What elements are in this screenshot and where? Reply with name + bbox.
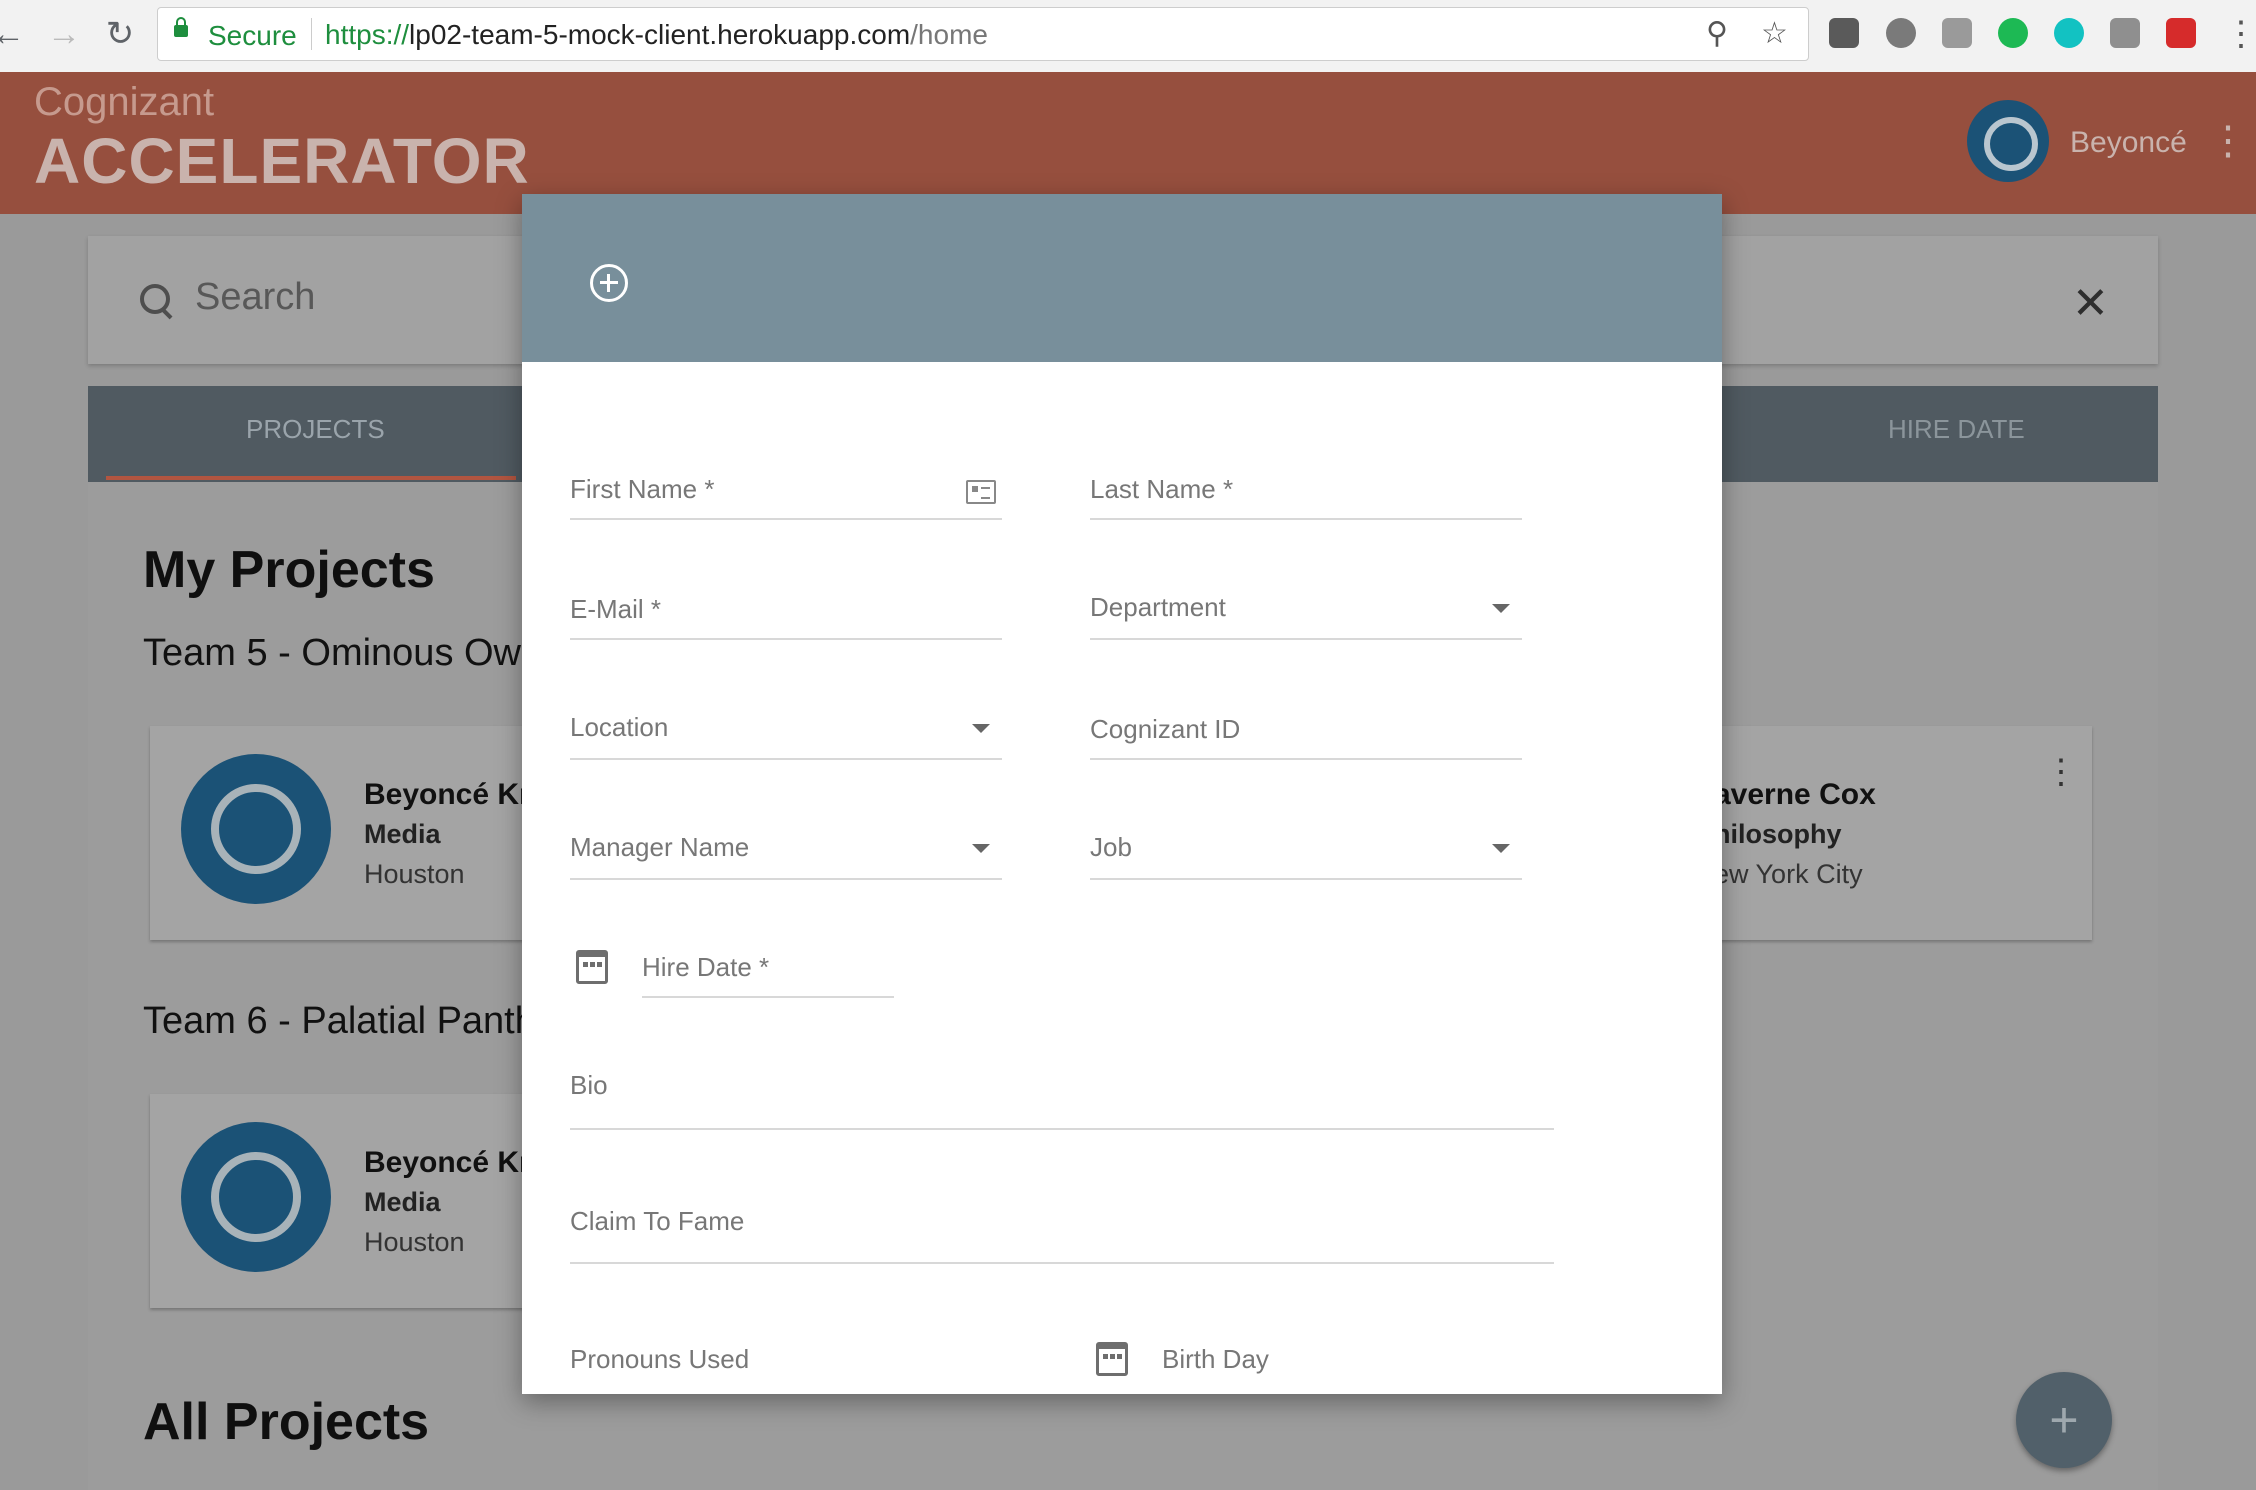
claim-to-fame-label: Claim To Fame <box>570 1206 745 1236</box>
address-divider <box>311 18 312 50</box>
hire-date-label: Hire Date * <box>642 952 770 982</box>
id-card-icon <box>966 480 996 504</box>
pocket-extension-icon[interactable] <box>1829 18 1859 48</box>
member-department: Media <box>364 819 441 849</box>
claim-to-fame-field[interactable]: Claim To Fame <box>570 1206 1554 1264</box>
browser-toolbar: ← → ↻ Secure https://lp02-team-5-mock-cl… <box>0 0 2256 73</box>
member-name: Beyoncé Kn <box>364 778 538 811</box>
team-6-title: Team 6 - Palatial Panth <box>143 1000 536 1042</box>
user-avatar[interactable] <box>1967 100 2049 182</box>
first-name-label: First Name * <box>570 474 715 504</box>
grammarly-extension-icon[interactable] <box>1998 18 2028 48</box>
tab-projects[interactable]: PROJECTS <box>246 414 385 445</box>
birth-day-label: Birth Day <box>1162 1344 1269 1374</box>
user-name[interactable]: Beyoncé <box>2070 126 2187 160</box>
member-location: ew York City <box>1714 859 1863 889</box>
m-extension-icon[interactable] <box>2054 18 2084 48</box>
chevron-down-icon <box>1492 844 1510 853</box>
url-path: /home <box>910 19 988 50</box>
member-location: Houston <box>364 859 465 889</box>
close-icon[interactable]: ✕ <box>2072 278 2109 329</box>
chevron-down-icon <box>972 724 990 733</box>
notes-extension-icon[interactable] <box>2110 18 2140 48</box>
member-name: averne Cox <box>1714 778 1876 811</box>
pronouns-field[interactable]: Pronouns Used <box>570 1344 1002 1388</box>
bookmark-star-icon[interactable]: ☆ <box>1761 16 1788 51</box>
birth-day-field[interactable]: Birth Day <box>1162 1344 1462 1388</box>
browser-menu-icon[interactable]: ⋮ <box>2224 14 2256 54</box>
member-department: hilosophy <box>1714 819 1842 849</box>
chevron-down-icon <box>1492 604 1510 613</box>
member-avatar <box>181 754 331 904</box>
logo-top-text: Cognizant <box>34 80 215 124</box>
bio-field[interactable]: Bio <box>570 1070 1554 1130</box>
pronouns-label: Pronouns Used <box>570 1344 750 1374</box>
member-avatar <box>181 1122 331 1272</box>
tab-hire-date[interactable]: HIRE DATE <box>1888 414 2025 445</box>
url-scheme: https:// <box>325 19 410 50</box>
location-label: Location <box>570 712 669 742</box>
member-name: Beyoncé Kn <box>364 1146 538 1179</box>
email-field[interactable]: E-Mail * <box>570 594 1002 640</box>
bio-label: Bio <box>570 1070 608 1100</box>
calendar-icon[interactable] <box>576 950 608 984</box>
search-input[interactable]: Search <box>195 276 315 319</box>
department-label: Department <box>1090 592 1226 622</box>
location-select[interactable]: Location <box>570 712 1002 760</box>
url-text[interactable]: https://lp02-team-5-mock-client.herokuap… <box>325 19 988 51</box>
last-name-label: Last Name * <box>1090 474 1234 504</box>
all-projects-title: All Projects <box>143 1393 430 1451</box>
chevron-down-icon <box>972 844 990 853</box>
reload-icon[interactable]: ↻ <box>100 14 140 54</box>
cognizant-id-field[interactable]: Cognizant ID <box>1090 714 1522 760</box>
lock-icon <box>174 17 188 37</box>
key-icon[interactable]: ⚲ <box>1706 16 1728 51</box>
forward-icon[interactable]: → <box>44 14 84 54</box>
my-projects-title: My Projects <box>143 541 435 599</box>
back-icon[interactable]: ← <box>0 14 28 54</box>
user-menu-icon[interactable]: ⋮ <box>2208 118 2248 164</box>
email-label: E-Mail * <box>570 594 662 624</box>
add-fab-button[interactable]: + <box>2016 1372 2112 1468</box>
recycle-extension-icon[interactable] <box>1886 18 1916 48</box>
manager-name-label: Manager Name <box>570 832 750 862</box>
member-location: Houston <box>364 1227 465 1257</box>
url-host: lp02-team-5-mock-client.herokuapp.com <box>409 19 911 50</box>
active-tab-indicator <box>106 476 516 480</box>
member-department: Media <box>364 1187 441 1217</box>
search-icon <box>140 284 170 314</box>
add-member-dialog: First Name * Last Name * E-Mail * Depart… <box>522 194 1722 1394</box>
secure-label: Secure <box>208 20 297 51</box>
team-5-title: Team 5 - Ominous Owl <box>143 632 530 674</box>
cognizant-id-label: Cognizant ID <box>1090 714 1241 744</box>
department-select[interactable]: Department <box>1090 592 1522 640</box>
dialog-header <box>522 194 1722 362</box>
job-select[interactable]: Job <box>1090 832 1522 880</box>
last-name-field[interactable]: Last Name * <box>1090 474 1522 520</box>
hire-date-field[interactable]: Hire Date * <box>642 952 894 998</box>
job-label: Job <box>1090 832 1132 862</box>
add-circle-icon <box>590 264 628 302</box>
manager-name-select[interactable]: Manager Name <box>570 832 1002 880</box>
lastpass-extension-icon[interactable] <box>2166 18 2196 48</box>
camera-extension-icon[interactable] <box>1942 18 1972 48</box>
calendar-icon[interactable] <box>1096 1342 1128 1376</box>
first-name-field[interactable]: First Name * <box>570 474 1002 520</box>
address-bar[interactable]: Secure https://lp02-team-5-mock-client.h… <box>157 7 1809 61</box>
card-menu-icon[interactable]: ⋮ <box>2044 752 2078 792</box>
logo-main-text: ACCELERATOR <box>34 125 530 197</box>
